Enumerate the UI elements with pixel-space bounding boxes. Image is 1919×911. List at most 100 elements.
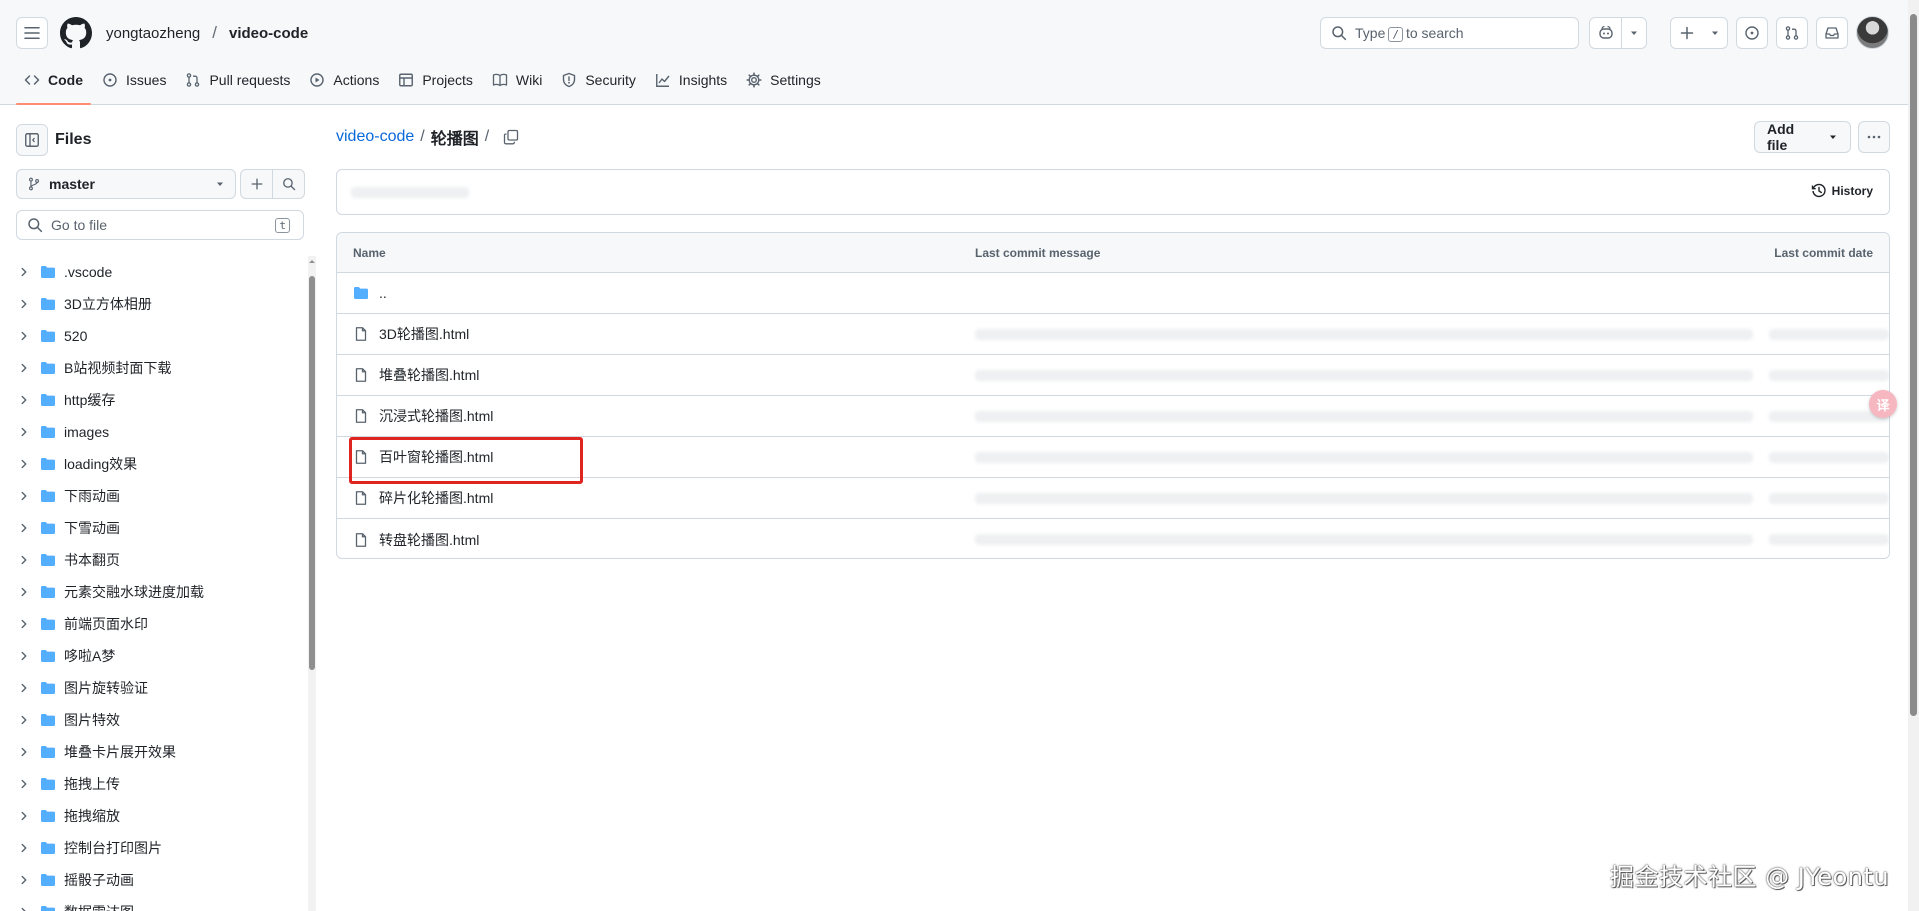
copilot-part[interactable]	[1590, 18, 1621, 48]
file-name-link[interactable]: 碎片化轮播图.html	[379, 488, 493, 508]
collapse-sidebar-button[interactable]	[16, 124, 48, 156]
issues-shortcut-button[interactable]	[1736, 17, 1768, 49]
file-name-link[interactable]: 堆叠轮播图.html	[379, 365, 479, 385]
tree-item-folder[interactable]: http缓存	[0, 384, 308, 416]
tab-label: Settings	[770, 72, 821, 88]
tree-item-folder[interactable]: 元素交融水球进度加载	[0, 576, 308, 608]
git-branch-icon	[28, 177, 40, 191]
menu-button[interactable]	[16, 17, 48, 49]
tab-security[interactable]: Security	[553, 64, 644, 96]
search-input[interactable]: Type / to search	[1320, 17, 1579, 49]
chevron-right-icon[interactable]	[18, 746, 30, 758]
history-link[interactable]: History	[1811, 183, 1873, 199]
tree-item-folder[interactable]: 下雪动画	[0, 512, 308, 544]
copy-path-button[interactable]	[503, 129, 519, 145]
file-row[interactable]: 3D轮播图.html	[337, 314, 1889, 355]
inbox-button[interactable]	[1816, 17, 1848, 49]
pull-requests-shortcut-button[interactable]	[1776, 17, 1808, 49]
tree-item-folder[interactable]: 数据雷达图	[0, 896, 308, 911]
tree-item-folder[interactable]: .vscode	[0, 256, 308, 288]
chevron-right-icon[interactable]	[18, 778, 30, 790]
parent-directory-label[interactable]: ..	[379, 285, 387, 301]
search-code-button[interactable]	[273, 170, 304, 198]
chevron-right-icon[interactable]	[18, 522, 30, 534]
create-new-button[interactable]	[1670, 17, 1728, 49]
breadcrumb-repo-link[interactable]: video-code	[336, 128, 414, 146]
tree-item-folder[interactable]: 堆叠卡片展开效果	[0, 736, 308, 768]
file-row[interactable]: 堆叠轮播图.html	[337, 355, 1889, 396]
tree-item-folder[interactable]: 拖拽缩放	[0, 800, 308, 832]
file-row[interactable]: 转盘轮播图.html	[337, 519, 1889, 558]
copilot-button[interactable]	[1589, 17, 1647, 49]
chevron-right-icon[interactable]	[18, 426, 30, 438]
chevron-right-icon[interactable]	[18, 586, 30, 598]
tree-item-folder[interactable]: 图片特效	[0, 704, 308, 736]
file-row[interactable]: 百叶窗轮播图.html	[337, 437, 1889, 478]
file-row[interactable]: 碎片化轮播图.html	[337, 478, 1889, 519]
page-scroll-thumb[interactable]	[1910, 14, 1917, 716]
tab-code[interactable]: Code	[16, 64, 91, 105]
chevron-right-icon[interactable]	[18, 266, 30, 278]
copilot-dropdown[interactable]	[1622, 18, 1646, 48]
tree-item-folder[interactable]: 下雨动画	[0, 480, 308, 512]
sidebar-scroll-thumb[interactable]	[309, 276, 315, 670]
tree-item-folder[interactable]: images	[0, 416, 308, 448]
chevron-right-icon[interactable]	[18, 650, 30, 662]
chevron-right-icon[interactable]	[18, 490, 30, 502]
chevron-right-icon[interactable]	[18, 618, 30, 630]
chevron-right-icon[interactable]	[18, 330, 30, 342]
tab-issues[interactable]: Issues	[94, 64, 174, 96]
tab-actions[interactable]: Actions	[301, 64, 387, 96]
context-separator: /	[212, 23, 217, 42]
tab-insights[interactable]: Insights	[647, 64, 735, 96]
file-name-link[interactable]: 转盘轮播图.html	[379, 530, 479, 550]
chevron-right-icon[interactable]	[18, 842, 30, 854]
owner-link[interactable]: yongtaozheng	[106, 25, 200, 42]
tree-item-folder[interactable]: 控制台打印图片	[0, 832, 308, 864]
tree-item-folder[interactable]: 3D立方体相册	[0, 288, 308, 320]
file-name-link[interactable]: 3D轮播图.html	[379, 324, 469, 344]
tab-projects[interactable]: Projects	[390, 64, 481, 96]
file-name-link[interactable]: 百叶窗轮播图.html	[379, 447, 493, 467]
tree-item-folder[interactable]: 520	[0, 320, 308, 352]
chevron-right-icon[interactable]	[18, 714, 30, 726]
add-file-button[interactable]	[241, 170, 272, 198]
branch-selector[interactable]: master	[16, 169, 236, 199]
file-row[interactable]: 沉浸式轮播图.html	[337, 396, 1889, 437]
parent-directory-row[interactable]: ..	[337, 273, 1889, 314]
more-options-button[interactable]	[1858, 121, 1890, 153]
tree-item-folder[interactable]: 图片旋转验证	[0, 672, 308, 704]
chevron-right-icon[interactable]	[18, 394, 30, 406]
tab-pulls[interactable]: Pull requests	[177, 64, 298, 96]
chevron-right-icon[interactable]	[18, 362, 30, 374]
tab-settings[interactable]: Settings	[738, 64, 829, 96]
tree-item-label: 哆啦A梦	[64, 648, 116, 664]
github-logo-icon[interactable]	[60, 17, 92, 49]
tree-item-folder[interactable]: 哆啦A梦	[0, 640, 308, 672]
user-avatar[interactable]	[1856, 16, 1889, 49]
tree-item-folder[interactable]: 前端页面水印	[0, 608, 308, 640]
translate-badge[interactable]: 译	[1869, 390, 1897, 418]
tree-item-folder[interactable]: 摇骰子动画	[0, 864, 308, 896]
chevron-right-icon[interactable]	[18, 874, 30, 886]
sidebar-scrollbar[interactable]	[308, 256, 316, 911]
repo-link[interactable]: video-code	[229, 25, 308, 42]
tab-wiki[interactable]: Wiki	[484, 64, 550, 96]
page-scrollbar[interactable]	[1908, 0, 1919, 911]
add-file-dropdown[interactable]: Add file	[1754, 121, 1851, 153]
scroll-up-arrow-icon[interactable]	[308, 256, 316, 268]
go-to-file-input[interactable]: Go to file t	[16, 210, 304, 240]
chevron-right-icon[interactable]	[18, 298, 30, 310]
tree-item-folder[interactable]: 书本翻页	[0, 544, 308, 576]
file-name-link[interactable]: 沉浸式轮播图.html	[379, 406, 493, 426]
chevron-right-icon[interactable]	[18, 810, 30, 822]
chevron-right-icon[interactable]	[18, 682, 30, 694]
tree-item-folder[interactable]: B站视频封面下载	[0, 352, 308, 384]
tree-item-folder[interactable]: 拖拽上传	[0, 768, 308, 800]
chevron-right-icon[interactable]	[18, 554, 30, 566]
chevron-right-icon[interactable]	[18, 906, 30, 911]
create-part[interactable]	[1671, 18, 1703, 48]
create-dropdown[interactable]	[1703, 18, 1727, 48]
tree-item-folder[interactable]: loading效果	[0, 448, 308, 480]
chevron-right-icon[interactable]	[18, 458, 30, 470]
